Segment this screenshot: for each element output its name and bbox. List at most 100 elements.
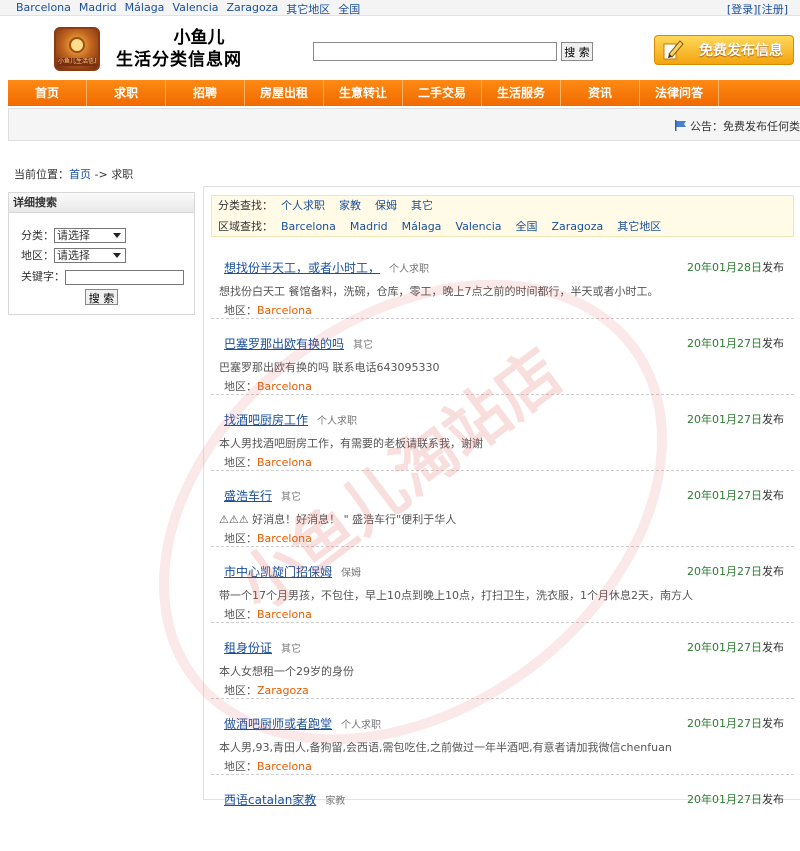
listing-date-suffix: 发布 [762,413,784,426]
search-input[interactable] [313,42,557,61]
city-link-valencia[interactable]: Valencia [172,1,218,17]
keyword-row: 关键字： [21,268,184,285]
city-link-other[interactable]: 其它地区 [286,1,330,17]
listing-date: 20年01月27日 [687,413,762,426]
category-select[interactable]: 请选择 [54,228,126,243]
filter-category-other[interactable]: 其它 [411,199,433,212]
listing-title[interactable]: 市中心凯旋门招保姆 [224,565,332,579]
nav-job-seeking[interactable]: 求职 [87,80,166,106]
listing-region: Barcelona [257,760,312,773]
city-link-zaragoza[interactable]: Zaragoza [227,1,279,17]
filter-region-barcelona[interactable]: Barcelona [281,220,336,233]
keyword-input[interactable] [65,269,184,285]
auth-links: [登录][注册] [727,1,788,17]
nav-hiring[interactable]: 招聘 [166,80,245,106]
post-free-button[interactable]: 免费发布信息 [654,35,794,65]
filter-region-other[interactable]: 其它地区 [617,220,661,233]
listing-title[interactable]: 盛浩车行 [224,489,272,503]
notice-text: 公告：免费发布任何类 [690,120,800,133]
listing-title[interactable]: 找酒吧厨房工作 [224,413,308,427]
nav-legal-qa[interactable]: 法律问答 [640,80,719,106]
post-free-label: 免费发布信息 [699,43,783,59]
listing-date-suffix: 发布 [762,337,784,350]
nav-second-hand[interactable]: 二手交易 [403,80,482,106]
breadcrumb-home[interactable]: 首页 [69,168,91,181]
listing-title[interactable]: 想找份半天工，或者小时工， [224,261,380,275]
breadcrumb: 当前位置：首页 -> 求职 [14,166,133,182]
side-search-button[interactable]: 搜 索 [85,289,118,305]
listing-region-label: 地区： [224,684,257,697]
listing-date-suffix: 发布 [762,641,784,654]
breadcrumb-prefix: 当前位置： [14,168,69,181]
list-item: 想找份半天工，或者小时工， 个人求职 20年01月28日发布 想找份白天工 餐馆备… [211,245,794,319]
list-item: 租身份证 其它 20年01月27日发布 本人女想租一个29岁的身份 地区：Zara… [211,625,794,699]
listing-description: 本人女想租一个29岁的身份 [219,665,354,678]
top-bar: Barcelona Madrid Málaga Valencia Zaragoz… [0,0,800,16]
listing-region-label: 地区： [224,456,257,469]
logo-text: 小鱼儿生活信息网 [58,58,96,66]
search-button[interactable]: 搜 索 [561,42,593,61]
listing-category: 个人求职 [317,416,358,427]
region-filter-row: 区域查找： Barcelona Madrid Málaga Valencia 全国 Zara… [218,217,661,237]
city-link-barcelona[interactable]: Barcelona [16,1,71,17]
listing-title[interactable]: 西语catalan家教 [224,793,316,807]
category-filter-label: 分类查找： [218,199,273,212]
nav-home[interactable]: 首页 [8,80,87,106]
listing-date-suffix: 发布 [762,565,784,578]
listing-description: 本人男,93,青田人,备狗留,会西语,需包吃住,之前做过一年半酒吧,有意者请加我… [219,741,672,754]
logo-emblem-icon [69,37,85,53]
nav-business-transfer[interactable]: 生意转让 [324,80,403,106]
filter-region-national[interactable]: 全国 [516,220,538,233]
filter-category-nanny[interactable]: 保姆 [375,199,397,212]
listing-category: 个人求职 [341,720,382,731]
listing-category: 个人求职 [389,264,430,275]
city-link-madrid[interactable]: Madrid [79,1,117,17]
listing-title[interactable]: 做酒吧厨师或者跑堂 [224,717,332,731]
listing-category: 其它 [353,340,374,351]
notice-bar: 公告：免费发布任何类 [8,108,800,141]
listing-date: 20年01月27日 [687,489,762,502]
filter-box: 分类查找： 个人求职 家教 保姆 其它 区域查找： Barcelona Madrid Mála… [211,195,794,237]
listing-date-suffix: 发布 [762,261,784,274]
login-link[interactable]: [登录] [727,3,758,16]
filter-category-personal[interactable]: 个人求职 [281,199,325,212]
listing-description: 想找份白天工 餐馆备料，洗碗，仓库，零工，晚上7点之前的时间都行，半天或者小时工… [219,285,659,298]
register-link[interactable]: [注册] [757,3,788,16]
city-links: Barcelona Madrid Málaga Valencia Zaragoz… [16,1,360,17]
region-select[interactable]: 请选择 [54,248,126,263]
listing-title[interactable]: 租身份证 [224,641,272,655]
listing-title[interactable]: 巴塞罗那出欧有换的吗 [224,337,344,351]
category-label: 分类： [21,229,54,242]
list-item: 巴塞罗那出欧有换的吗 其它 20年01月27日发布 巴塞罗那出欧有换的吗 联系电话… [211,321,794,395]
city-link-national[interactable]: 全国 [338,1,360,17]
site-logo[interactable]: 小鱼儿生活信息网 [54,27,100,71]
listing-description: ⚠⚠⚠ 好消息！好消息！ " 盛浩车行"便利于华人 [219,513,457,526]
list-item: 盛浩车行 其它 20年01月27日发布 ⚠⚠⚠ 好消息！好消息！ " 盛浩车行"便… [211,473,794,547]
main-nav: 首页 求职 招聘 房屋出租 生意转让 二手交易 生活服务 资讯 法律问答 [8,80,800,106]
breadcrumb-separator: -> [91,168,112,181]
listing-date-suffix: 发布 [762,489,784,502]
filter-region-zaragoza[interactable]: Zaragoza [552,220,604,233]
list-item: 市中心凯旋门招保姆 保姆 20年01月27日发布 带一个17个月男孩，不包住，早上… [211,549,794,623]
listing-region-label: 地区： [224,760,257,773]
nav-rentals[interactable]: 房屋出租 [245,80,324,106]
nav-life-services[interactable]: 生活服务 [482,80,561,106]
region-label: 地区： [21,249,54,262]
listing-description: 巴塞罗那出欧有换的吗 联系电话643095330 [219,361,440,374]
listing-category: 保姆 [341,568,362,579]
site-name: 小鱼儿 生活分类信息网 [104,27,254,71]
detailed-search-title: 详细搜索 [9,193,194,213]
listing-category: 家教 [325,796,346,807]
flag-icon [675,120,686,131]
filter-region-malaga[interactable]: Málaga [402,220,442,233]
filter-category-tutor[interactable]: 家教 [339,199,361,212]
nav-news[interactable]: 资讯 [561,80,640,106]
filter-region-valencia[interactable]: Valencia [455,220,501,233]
listing-panel: 分类查找： 个人求职 家教 保姆 其它 区域查找： Barcelona Madrid Mála… [203,186,800,807]
filter-region-madrid[interactable]: Madrid [350,220,388,233]
listing-category: 其它 [281,492,302,503]
city-link-malaga[interactable]: Málaga [125,1,165,17]
listing-region-label: 地区： [224,608,257,621]
listing-region: Barcelona [257,456,312,469]
listing-region-label: 地区： [224,304,257,317]
